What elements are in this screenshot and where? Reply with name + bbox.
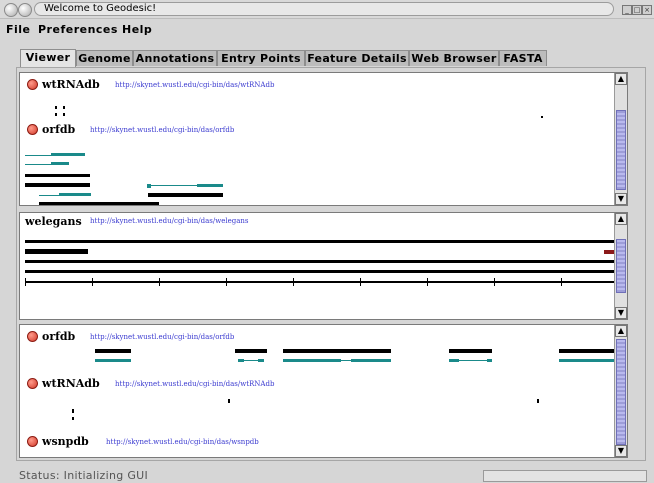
scroll-up-icon[interactable]: ▲ xyxy=(615,73,627,85)
window-menu-icon[interactable] xyxy=(4,3,18,17)
feature-mark[interactable] xyxy=(25,164,51,165)
feature-mark[interactable] xyxy=(148,193,223,197)
track-status-icon[interactable] xyxy=(27,331,38,342)
chromosome-bar[interactable] xyxy=(25,260,626,263)
ruler-tick xyxy=(226,278,227,286)
window-title: Welcome to Geodesic! xyxy=(44,3,157,14)
feature-mark[interactable] xyxy=(55,106,57,109)
tab-fasta[interactable]: FASTA xyxy=(499,50,547,66)
chromosome-bar[interactable] xyxy=(25,249,88,254)
feature-mark[interactable] xyxy=(244,360,258,361)
maximize-icon[interactable]: □ xyxy=(632,5,642,15)
ruler-tick xyxy=(427,278,428,286)
vertical-scrollbar[interactable]: ▲ ▼ xyxy=(614,213,627,319)
middle-track-panel: welegans http://skynet.wustl.edu/cgi-bin… xyxy=(19,212,628,320)
feature-mark[interactable] xyxy=(63,113,65,116)
track-status-icon[interactable] xyxy=(27,378,38,389)
tab-feature-details[interactable]: Feature Details xyxy=(305,50,409,66)
minimize-icon[interactable]: _ xyxy=(622,5,632,15)
feature-mark[interactable] xyxy=(51,153,85,156)
track-name: orfdb xyxy=(42,123,76,136)
bottom-track-panel: orfdb http://skynet.wustl.edu/cgi-bin/da… xyxy=(19,324,628,458)
track-name: orfdb xyxy=(42,330,76,343)
feature-mark[interactable] xyxy=(39,202,159,205)
feature-mark[interactable] xyxy=(51,162,69,165)
menu-preferences[interactable]: Preferences xyxy=(38,22,118,38)
menu-help[interactable]: Help xyxy=(122,22,152,38)
track-status-icon[interactable] xyxy=(27,436,38,447)
top-track-panel: wtRNAdb http://skynet.wustl.edu/cgi-bin/… xyxy=(19,72,628,206)
track-status-icon[interactable] xyxy=(27,124,38,135)
title-bar: Welcome to Geodesic! _ □ × xyxy=(0,0,654,19)
feature-mark[interactable] xyxy=(459,360,487,361)
ruler-tick xyxy=(561,278,562,286)
feature-mark[interactable] xyxy=(95,359,131,362)
tab-web-browser[interactable]: Web Browser xyxy=(409,50,499,66)
scroll-up-icon[interactable]: ▲ xyxy=(615,213,627,225)
feature-mark[interactable] xyxy=(151,185,197,186)
ruler-axis xyxy=(25,281,626,283)
track-url[interactable]: http://skynet.wustl.edu/cgi-bin/das/orfd… xyxy=(90,331,234,343)
track-name: wtRNAdb xyxy=(42,78,100,91)
feature-mark[interactable] xyxy=(39,195,59,196)
feature-mark[interactable] xyxy=(95,349,131,353)
progress-box xyxy=(483,470,647,482)
feature-mark[interactable] xyxy=(341,360,351,361)
scroll-thumb[interactable] xyxy=(616,239,626,293)
close-icon[interactable]: × xyxy=(642,5,652,15)
feature-mark[interactable] xyxy=(283,359,341,362)
track-name: wsnpdb xyxy=(42,435,89,448)
track-url[interactable]: http://skynet.wustl.edu/cgi-bin/das/wsnp… xyxy=(106,436,259,448)
tab-entry-points[interactable]: Entry Points xyxy=(217,50,305,66)
ruler-tick xyxy=(25,278,26,286)
scroll-down-icon[interactable]: ▼ xyxy=(615,445,627,457)
ruler-tick xyxy=(293,278,294,286)
tab-annotations[interactable]: Annotations xyxy=(133,50,217,66)
feature-mark[interactable] xyxy=(25,155,51,156)
feature-mark[interactable] xyxy=(72,417,74,420)
feature-mark[interactable] xyxy=(228,399,230,403)
track-status-icon[interactable] xyxy=(27,79,38,90)
feature-mark[interactable] xyxy=(449,359,459,362)
feature-mark[interactable] xyxy=(537,399,539,403)
ruler-tick xyxy=(159,278,160,286)
track-url[interactable]: http://skynet.wustl.edu/cgi-bin/das/orfd… xyxy=(90,124,234,136)
scroll-down-icon[interactable]: ▼ xyxy=(615,193,627,205)
feature-mark[interactable] xyxy=(55,113,57,116)
track-name: wtRNAdb xyxy=(42,377,100,390)
track-url[interactable]: http://skynet.wustl.edu/cgi-bin/das/wtRN… xyxy=(115,378,274,390)
tab-viewer[interactable]: Viewer xyxy=(20,49,76,67)
feature-mark[interactable] xyxy=(197,184,223,187)
scroll-thumb[interactable] xyxy=(616,110,626,190)
ruler-tick xyxy=(92,278,93,286)
feature-mark[interactable] xyxy=(25,183,90,187)
menu-file[interactable]: File xyxy=(6,22,31,38)
feature-mark[interactable] xyxy=(449,349,492,353)
vertical-scrollbar[interactable]: ▲ ▼ xyxy=(614,325,627,457)
track-url[interactable]: http://skynet.wustl.edu/cgi-bin/das/wele… xyxy=(90,215,249,227)
feature-mark[interactable] xyxy=(235,349,267,353)
feature-mark[interactable] xyxy=(487,359,492,362)
track-url[interactable]: http://skynet.wustl.edu/cgi-bin/das/wtRN… xyxy=(115,79,274,91)
track-name: welegans xyxy=(25,215,82,228)
feature-mark[interactable] xyxy=(541,116,543,118)
scroll-thumb[interactable] xyxy=(616,339,626,445)
ruler-tick xyxy=(494,278,495,286)
feature-mark[interactable] xyxy=(351,359,391,362)
vertical-scrollbar[interactable]: ▲ ▼ xyxy=(614,73,627,205)
ruler-tick xyxy=(360,278,361,286)
chromosome-bar[interactable] xyxy=(25,240,626,243)
feature-mark[interactable] xyxy=(63,106,65,109)
window-sticky-icon[interactable] xyxy=(18,3,32,17)
feature-mark[interactable] xyxy=(72,409,74,413)
status-text: Status: Initializing GUI xyxy=(19,469,149,482)
feature-mark[interactable] xyxy=(59,193,91,196)
tab-genome[interactable]: Genome xyxy=(76,50,133,66)
scroll-up-icon[interactable]: ▲ xyxy=(615,325,627,337)
feature-mark[interactable] xyxy=(283,349,391,353)
chromosome-bar[interactable] xyxy=(25,270,626,273)
scroll-down-icon[interactable]: ▼ xyxy=(615,307,627,319)
feature-mark[interactable] xyxy=(25,174,90,177)
feature-mark[interactable] xyxy=(258,359,264,362)
